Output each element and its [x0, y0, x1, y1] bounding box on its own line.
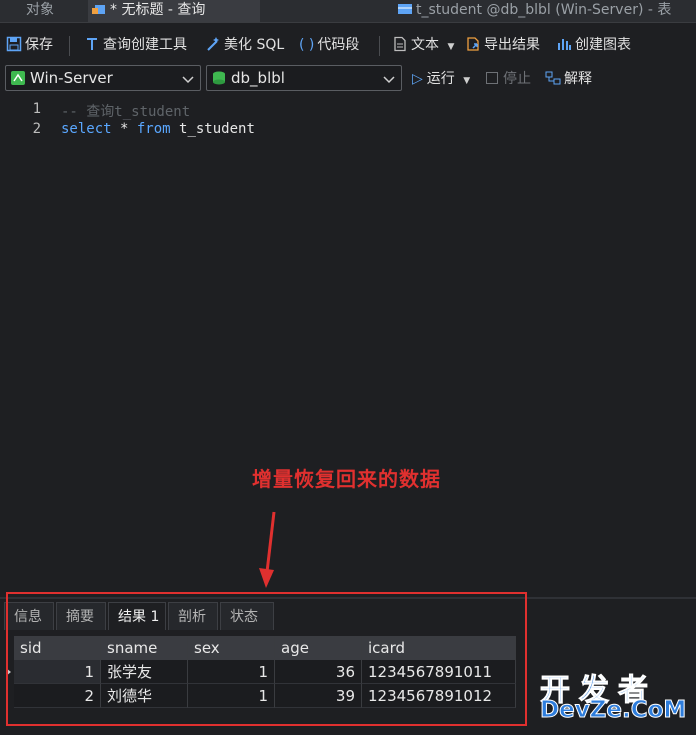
code-snippet-label: 代码段 [317, 37, 360, 53]
create-chart-button[interactable]: 创建图表 [556, 30, 631, 60]
create-chart-label: 创建图表 [575, 37, 631, 53]
save-label: 保存 [25, 37, 53, 53]
tab-table-label: t_student @db_blbl (Win-Server) - 表 [416, 2, 672, 18]
table-name: t_student [170, 121, 255, 137]
toolbar-divider [379, 36, 380, 56]
run-button[interactable]: ▷ 运行 ▼ [412, 64, 470, 94]
tab-bar: 对象 * 无标题 - 查询 t_student @db_blbl (Win-Se… [0, 0, 696, 23]
query-tab-icon [92, 5, 105, 14]
toolbar-divider [69, 36, 70, 56]
sql-editor[interactable]: 1 2 -- 查询t_student select * from t_stude… [0, 98, 696, 594]
export-icon [467, 37, 479, 51]
explain-icon [545, 71, 561, 85]
line-number-gutter: 1 2 [0, 98, 44, 594]
select-star: * [111, 121, 137, 137]
save-button[interactable]: 保存 [6, 30, 53, 60]
code-line-select: select * from t_student [61, 121, 255, 137]
server-connection-icon [11, 71, 25, 85]
code-snippet-button[interactable]: ( ) 代码段 [299, 30, 359, 60]
annotation-arrow-icon [259, 511, 276, 588]
keyword-from: from [136, 121, 171, 137]
table-tab-icon [398, 4, 412, 14]
explain-label: 解释 [564, 71, 592, 87]
export-result-label: 导出结果 [484, 37, 540, 53]
tab-untitled-query-label: * 无标题 - 查询 [110, 2, 206, 18]
connection-toolbar: Win-Server db_blbl ▷ 运行 ▼ 停止 解释 [0, 64, 696, 94]
stop-button[interactable]: 停止 [486, 64, 531, 94]
caret-down-icon: ▼ [447, 42, 455, 52]
run-label: 运行 [426, 71, 455, 87]
bar-chart-icon [558, 39, 571, 50]
stop-icon [486, 72, 498, 84]
magic-wand-icon [207, 37, 219, 51]
connection-select[interactable]: Win-Server [5, 65, 201, 91]
query-builder-button[interactable]: 查询创建工具 [84, 30, 187, 60]
stop-label: 停止 [503, 71, 531, 87]
line-number: 2 [32, 121, 41, 137]
main-toolbar: 保存 查询创建工具 美化 SQL ( ) 代码段 文本 ▼ 导出结果 创建图表 [0, 30, 696, 60]
tab-objects-label: 对象 [26, 2, 54, 18]
watermark-domain: DevZe.CoM [539, 697, 687, 724]
document-icon [394, 36, 406, 52]
beautify-sql-label: 美化 SQL [224, 37, 285, 53]
explain-button[interactable]: 解释 [545, 64, 592, 94]
code-comment: -- 查询t_student [61, 104, 191, 120]
query-builder-label: 查询创建工具 [103, 37, 187, 53]
text-mode-dropdown[interactable]: 文本 ▼ [392, 30, 454, 60]
database-icon [213, 71, 225, 85]
tab-table-t-student[interactable]: t_student @db_blbl (Win-Server) - 表 [396, 0, 696, 22]
query-builder-icon [87, 38, 97, 50]
parentheses-icon: ( ) [299, 37, 315, 53]
export-result-button[interactable]: 导出结果 [465, 30, 540, 60]
chevron-down-icon [182, 76, 194, 84]
chevron-down-icon [383, 76, 395, 84]
connection-value: Win-Server [30, 69, 113, 87]
beautify-sql-button[interactable]: 美化 SQL [205, 30, 284, 60]
highlight-box [6, 592, 527, 726]
tab-objects[interactable]: 对象 [0, 0, 88, 22]
caret-down-icon: ▼ [463, 76, 471, 86]
save-icon [6, 36, 22, 52]
keyword-select: select [61, 121, 112, 137]
database-value: db_blbl [231, 69, 285, 87]
text-mode-label: 文本 [411, 37, 439, 53]
play-icon: ▷ [412, 71, 423, 87]
line-number: 1 [32, 101, 41, 117]
tab-untitled-query[interactable]: * 无标题 - 查询 [88, 0, 260, 22]
annotation-text: 增量恢复回来的数据 [252, 467, 441, 491]
database-select[interactable]: db_blbl [206, 65, 402, 91]
